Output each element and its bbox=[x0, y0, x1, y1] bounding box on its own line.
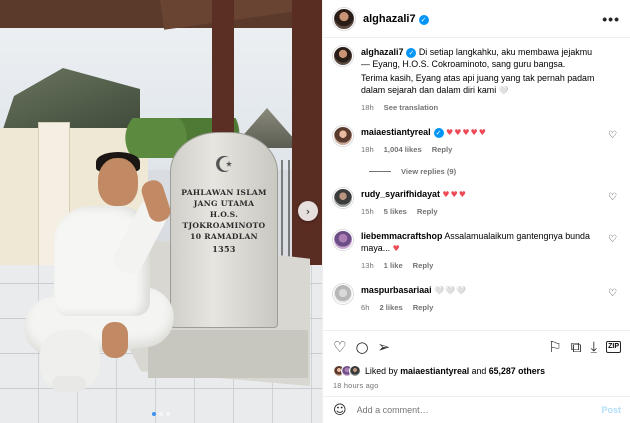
tomb-plinth bbox=[148, 330, 308, 378]
stone-line: 10 RAMADLAN bbox=[190, 232, 258, 241]
carousel-dot bbox=[152, 412, 156, 416]
carousel-dots bbox=[0, 412, 322, 416]
caption: alghazali7 ✓ Di setiap langkahku, aku mem… bbox=[333, 46, 621, 114]
save-bookmark-icon[interactable]: ⚐ bbox=[548, 339, 561, 355]
comment-text: 🤍🤍🤍 bbox=[434, 286, 467, 295]
more-options-icon[interactable]: ••• bbox=[602, 11, 620, 27]
caption-time[interactable]: 18h bbox=[361, 102, 374, 114]
post-header: alghazali7 ✓ ••• bbox=[323, 0, 630, 38]
comment-username[interactable]: liebemmacraftshop bbox=[361, 231, 442, 241]
like-comment-icon[interactable]: ♡ bbox=[608, 130, 617, 141]
caption-text: Terima kasih, Eyang atas api juang yang … bbox=[361, 73, 595, 95]
stone-year: 1353 bbox=[212, 244, 236, 254]
liker-username[interactable]: maiaestiantyreal bbox=[400, 366, 469, 376]
comment: maiaestiantyreal ✓ ♥♥♥♥♥ 18h 1,004 likes … bbox=[333, 126, 621, 156]
chevron-right-icon: › bbox=[305, 204, 311, 218]
add-comment-bar: ☺ Post bbox=[323, 396, 630, 423]
open-external-icon[interactable]: ⧉ bbox=[571, 339, 582, 355]
stone-line: H.O.S. bbox=[209, 210, 239, 219]
like-comment-icon[interactable]: ♡ bbox=[608, 288, 617, 299]
comment-time[interactable]: 6h bbox=[361, 302, 369, 314]
comment-text: ♥♥♥♥♥ bbox=[446, 128, 487, 137]
divider bbox=[369, 171, 391, 172]
caption-username[interactable]: alghazali7 bbox=[361, 47, 403, 57]
commenter-avatar[interactable] bbox=[333, 230, 353, 250]
likes-prefix: Liked by bbox=[365, 366, 401, 376]
carousel-dot bbox=[159, 412, 163, 416]
like-comment-icon[interactable]: ♡ bbox=[608, 192, 617, 203]
verified-badge-icon: ✓ bbox=[406, 48, 417, 58]
view-replies-button[interactable]: View replies (9) bbox=[369, 167, 621, 176]
share-icon[interactable]: ➢ bbox=[378, 339, 391, 355]
likes-summary[interactable]: Liked by maiaestiantyreal and 65,287 oth… bbox=[333, 365, 621, 377]
see-translation-link[interactable]: See translation bbox=[384, 102, 438, 114]
person-head bbox=[98, 158, 138, 206]
author-avatar[interactable] bbox=[333, 46, 353, 66]
post-photo[interactable]: ☪ PAHLAWAN ISLAM JANG UTAMA H.O.S. TJOKR… bbox=[0, 0, 322, 423]
comment-input[interactable] bbox=[356, 405, 602, 415]
comment: rudy_syarifhidayat ♥♥♥ 15h 5 likes Reply… bbox=[333, 188, 621, 218]
reply-button[interactable]: Reply bbox=[413, 260, 434, 272]
comment-time[interactable]: 13h bbox=[361, 260, 374, 272]
like-icon[interactable]: ♡ bbox=[333, 339, 346, 355]
author-username-text[interactable]: alghazali7 bbox=[363, 13, 416, 25]
download-icon[interactable]: ⤓ bbox=[590, 339, 597, 355]
comment-username[interactable]: maiaestiantyreal bbox=[361, 127, 431, 137]
comment-likes[interactable]: 1 like bbox=[384, 260, 403, 272]
post-timestamp[interactable]: 18 hours ago bbox=[333, 381, 621, 390]
likes-count[interactable]: 65,287 others bbox=[489, 366, 545, 376]
comments-list[interactable]: alghazali7 ✓ Di setiap langkahku, aku mem… bbox=[323, 38, 630, 328]
carousel-next-button[interactable]: › bbox=[298, 201, 318, 221]
emoji-icon[interactable]: ☺ bbox=[333, 403, 347, 418]
stone-line: PAHLAWAN ISLAM bbox=[181, 188, 267, 197]
commenter-avatar[interactable] bbox=[333, 126, 353, 146]
comment-username[interactable]: rudy_syarifhidayat bbox=[361, 189, 440, 199]
comment-text: ♥♥♥ bbox=[442, 190, 467, 199]
comment-icon[interactable]: ○ bbox=[355, 339, 368, 355]
comment-time[interactable]: 18h bbox=[361, 144, 374, 156]
action-bar: ♡ ○ ➢ ⚐ ⧉ ⤓ ZIP Liked by maiaestiantyrea… bbox=[323, 330, 630, 390]
comment-likes[interactable]: 5 likes bbox=[384, 206, 407, 218]
white-heart-icon: 🤍 bbox=[498, 86, 510, 95]
reply-button[interactable]: Reply bbox=[417, 206, 438, 218]
headstone-inscription: PAHLAWAN ISLAM JANG UTAMA H.O.S. TJOKROA… bbox=[181, 187, 266, 255]
instagram-post: ☪ PAHLAWAN ISLAM JANG UTAMA H.O.S. TJOKR… bbox=[0, 0, 630, 423]
verified-badge-icon: ✓ bbox=[418, 14, 429, 25]
post-comment-button[interactable]: Post bbox=[601, 405, 621, 415]
liker-avatar bbox=[349, 365, 361, 377]
commenter-avatar[interactable] bbox=[333, 284, 353, 304]
like-comment-icon[interactable]: ♡ bbox=[608, 234, 617, 245]
likes-and: and bbox=[469, 366, 489, 376]
comment: liebemmacraftshop Assalamualaikum ganten… bbox=[333, 230, 621, 272]
stone-line: JANG UTAMA bbox=[193, 199, 255, 208]
heart-emoji-icon: ♥ bbox=[392, 244, 401, 253]
verified-badge-icon: ✓ bbox=[433, 128, 444, 138]
person-shoe bbox=[52, 376, 86, 392]
reply-button[interactable]: Reply bbox=[432, 144, 453, 156]
commenter-avatar[interactable] bbox=[333, 188, 353, 208]
comment: maspurbasariaai 🤍🤍🤍 6h 2 likes Reply ♡ bbox=[333, 284, 621, 314]
comment-time[interactable]: 15h bbox=[361, 206, 374, 218]
comment-likes[interactable]: 2 likes bbox=[379, 302, 402, 314]
reply-button[interactable]: Reply bbox=[413, 302, 434, 314]
author-username[interactable]: alghazali7 ✓ bbox=[363, 13, 429, 25]
zip-download-button[interactable]: ZIP bbox=[606, 341, 621, 353]
person-hand bbox=[102, 322, 128, 358]
author-avatar[interactable] bbox=[333, 7, 355, 30]
carousel-dot bbox=[166, 412, 170, 416]
stone-line: TJOKROAMINOTO bbox=[182, 221, 266, 230]
comment-username[interactable]: maspurbasariaai bbox=[361, 285, 432, 295]
headstone: ☪ PAHLAWAN ISLAM JANG UTAMA H.O.S. TJOKR… bbox=[170, 132, 278, 328]
view-replies-label[interactable]: View replies (9) bbox=[401, 167, 456, 176]
post-sidebar: alghazali7 ✓ ••• alghazali7 ✓ Di setiap la… bbox=[322, 0, 630, 423]
comment-likes[interactable]: 1,004 likes bbox=[384, 144, 422, 156]
star-crescent-icon: ☪ bbox=[214, 153, 234, 178]
